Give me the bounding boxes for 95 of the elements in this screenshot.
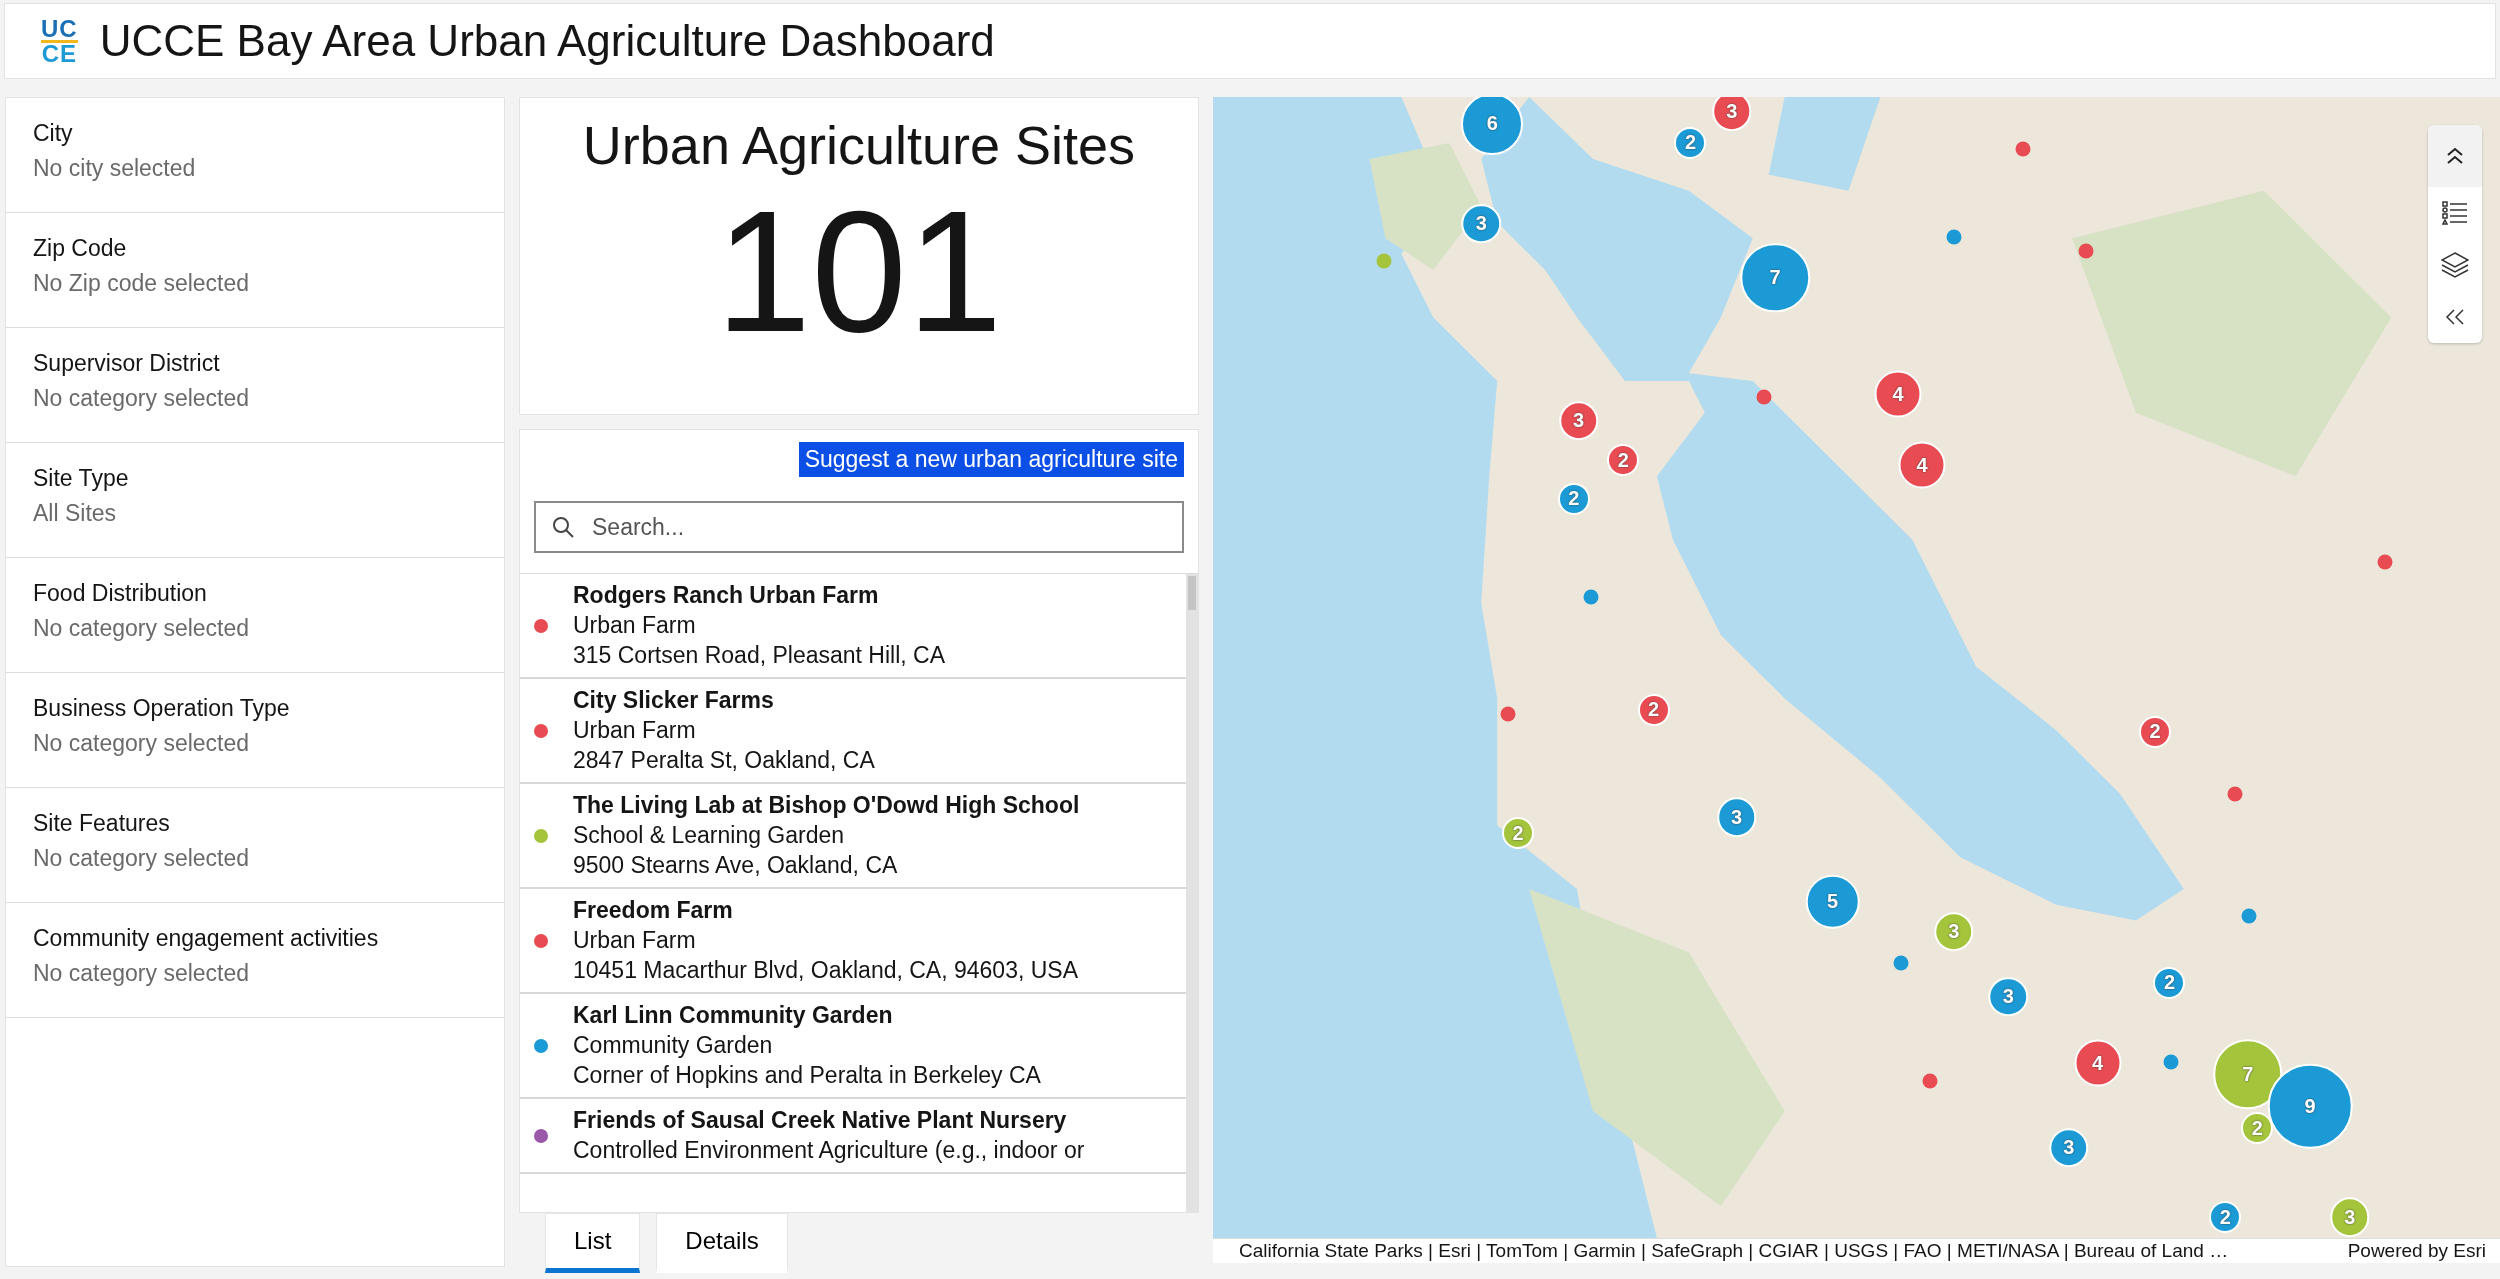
collapse-button[interactable] [2428,125,2482,187]
filter-value: No category selected [33,385,251,412]
cluster-marker[interactable]: 2 [1502,817,1534,850]
cluster-marker[interactable]: 4 [2074,1039,2122,1087]
cluster-marker[interactable]: 7 [1740,243,1810,313]
filter-item[interactable]: Site Features No category selected [6,788,504,903]
panel-tab[interactable]: List [545,1213,641,1273]
cluster-marker[interactable]: 3 [1934,912,1974,952]
site-address: 2847 Peralta St, Oakland, CA [573,747,875,774]
suggest-site-button[interactable]: Suggest a new urban agriculture site [798,442,1184,477]
map-attribution: California State Parks | Esri | TomTom | Garmin | SafeGraph | CGIAR | USGS | FAO | METI/NASA | Bureau of Land … [1239,1240,2229,1262]
site-address: Corner of Hopkins and Peralta in Berkeley CA [573,1062,1041,1089]
filter-label: City [33,120,74,147]
filter-label: Business Operation Type [33,695,291,722]
cluster-marker[interactable]: 2 [1607,444,1640,477]
panel-tab[interactable]: Details [656,1213,788,1273]
site-address: 315 Cortsen Road, Pleasant Hill, CA [573,642,946,669]
indicator-title: Urban Agriculture Sites [582,114,1136,176]
map-view[interactable]: 6 3 2 3 7 4 3 2 4 2 2 2 2 3 5 3 2 3 4 7 9 2 3 2 3 [1213,97,2500,1238]
site-type: Controlled Environment Agriculture (e.g., indoor or [573,1137,1085,1164]
dashboard-title: UCCE Bay Area Urban Agriculture Dashboard [99,16,995,66]
filter-item[interactable]: Business Operation Type No category selected [6,673,504,788]
site-point[interactable] [2241,908,2257,924]
indicator-value: 101 [715,176,1003,366]
cluster-marker[interactable]: 2 [2153,966,2186,999]
site-name: The Living Lab at Bishop O'Dowd High School [573,792,1080,819]
site-point[interactable] [1922,1073,1938,1089]
cluster-marker[interactable]: 3 [1716,797,1757,838]
site-type: Urban Farm [573,612,697,639]
filter-item[interactable]: Supervisor District No category selected [6,328,504,443]
site-point[interactable] [2163,1054,2179,1070]
double-caret-up-icon [2445,146,2465,166]
cluster-marker[interactable]: 2 [2139,715,2172,748]
cluster-marker[interactable]: 7 [2213,1039,2283,1110]
filter-label: Food Distribution [33,580,208,607]
filter-item[interactable]: Food Distribution No category selected [6,558,504,673]
cluster-marker[interactable]: 3 [1988,977,2028,1017]
site-type: School & Learning Garden [573,822,846,849]
scrollbar[interactable] [1186,574,1198,1212]
site-point[interactable] [2015,141,2030,157]
filter-value: All Sites [33,500,118,527]
filter-label: Zip Code [33,235,128,262]
filter-item[interactable]: Site Type All Sites [6,443,504,558]
site-name: Karl Linn Community Garden [573,1002,894,1029]
filter-label: Supervisor District [33,350,221,377]
filter-label: Site Type [33,465,130,492]
filter-item[interactable]: Zip Code No Zip code selected [6,213,504,328]
site-point[interactable] [2377,554,2393,570]
site-type: Urban Farm [573,927,697,954]
search-field[interactable]: Search... [534,501,1184,553]
filter-value: No city selected [33,155,197,182]
legend-icon [2442,201,2468,225]
filter-value: No Zip code selected [33,270,251,297]
cluster-marker[interactable]: 2 [1674,126,1707,159]
cluster-marker[interactable]: 3 [2049,1127,2089,1168]
logo: UC CE [41,17,78,65]
site-point[interactable] [2227,786,2243,802]
cluster-marker[interactable]: 3 [1712,97,1752,131]
cluster-marker[interactable]: 9 [2267,1064,2353,1149]
cluster-marker[interactable]: 4 [1898,441,1946,489]
cluster-marker[interactable]: 4 [1874,370,1922,418]
site-list-item[interactable]: Friends of Sausal Creek Native Plant Nursery Controlled Environment Agriculture (e.g., indoor or [520,1099,1186,1174]
site-name: Freedom Farm [573,897,734,924]
cluster-marker[interactable]: 3 [1461,204,1501,244]
cluster-marker[interactable]: 3 [2330,1197,2370,1238]
cluster-marker[interactable]: 6 [1461,97,1524,155]
cluster-marker[interactable]: 3 [1558,400,1599,441]
filter-value: No category selected [33,845,251,872]
cluster-marker[interactable]: 2 [2209,1201,2242,1234]
site-address: 9500 Stearns Ave, Oakland, CA [573,852,899,879]
filter-item[interactable]: City No city selected [6,98,504,213]
site-point[interactable] [1500,706,1516,722]
search-icon [552,516,574,538]
cluster-marker[interactable]: 5 [1805,874,1860,929]
filter-value: No category selected [33,615,251,642]
site-name: City Slicker Farms [573,687,775,714]
site-type: Community Garden [573,1032,774,1059]
site-name: Rodgers Ranch Urban Farm [573,582,880,609]
site-address: 10451 Macarthur Blvd, Oakland, CA, 94603, USA [573,957,1078,984]
cluster-marker[interactable]: 2 [2241,1112,2274,1145]
filter-value: No category selected [33,730,251,757]
filter-label: Site Features [33,810,171,837]
site-type: Urban Farm [573,717,697,744]
site-point[interactable] [1583,589,1599,605]
site-point[interactable] [1893,955,1909,971]
filter-item[interactable]: Community engagement activities No category selected [6,903,504,1018]
double-chevron-left-icon [2444,308,2466,326]
filter-value: No category selected [33,960,251,987]
cluster-marker[interactable]: 2 [1557,482,1590,515]
layers-icon [2441,252,2469,278]
site-name: Friends of Sausal Creek Native Plant Nursery [573,1107,1068,1134]
powered-by-text: Powered by Esri [2347,1240,2486,1262]
site-point[interactable] [1946,229,1962,245]
cluster-marker[interactable]: 2 [1637,693,1670,726]
filter-label: Community engagement activities [33,925,380,952]
